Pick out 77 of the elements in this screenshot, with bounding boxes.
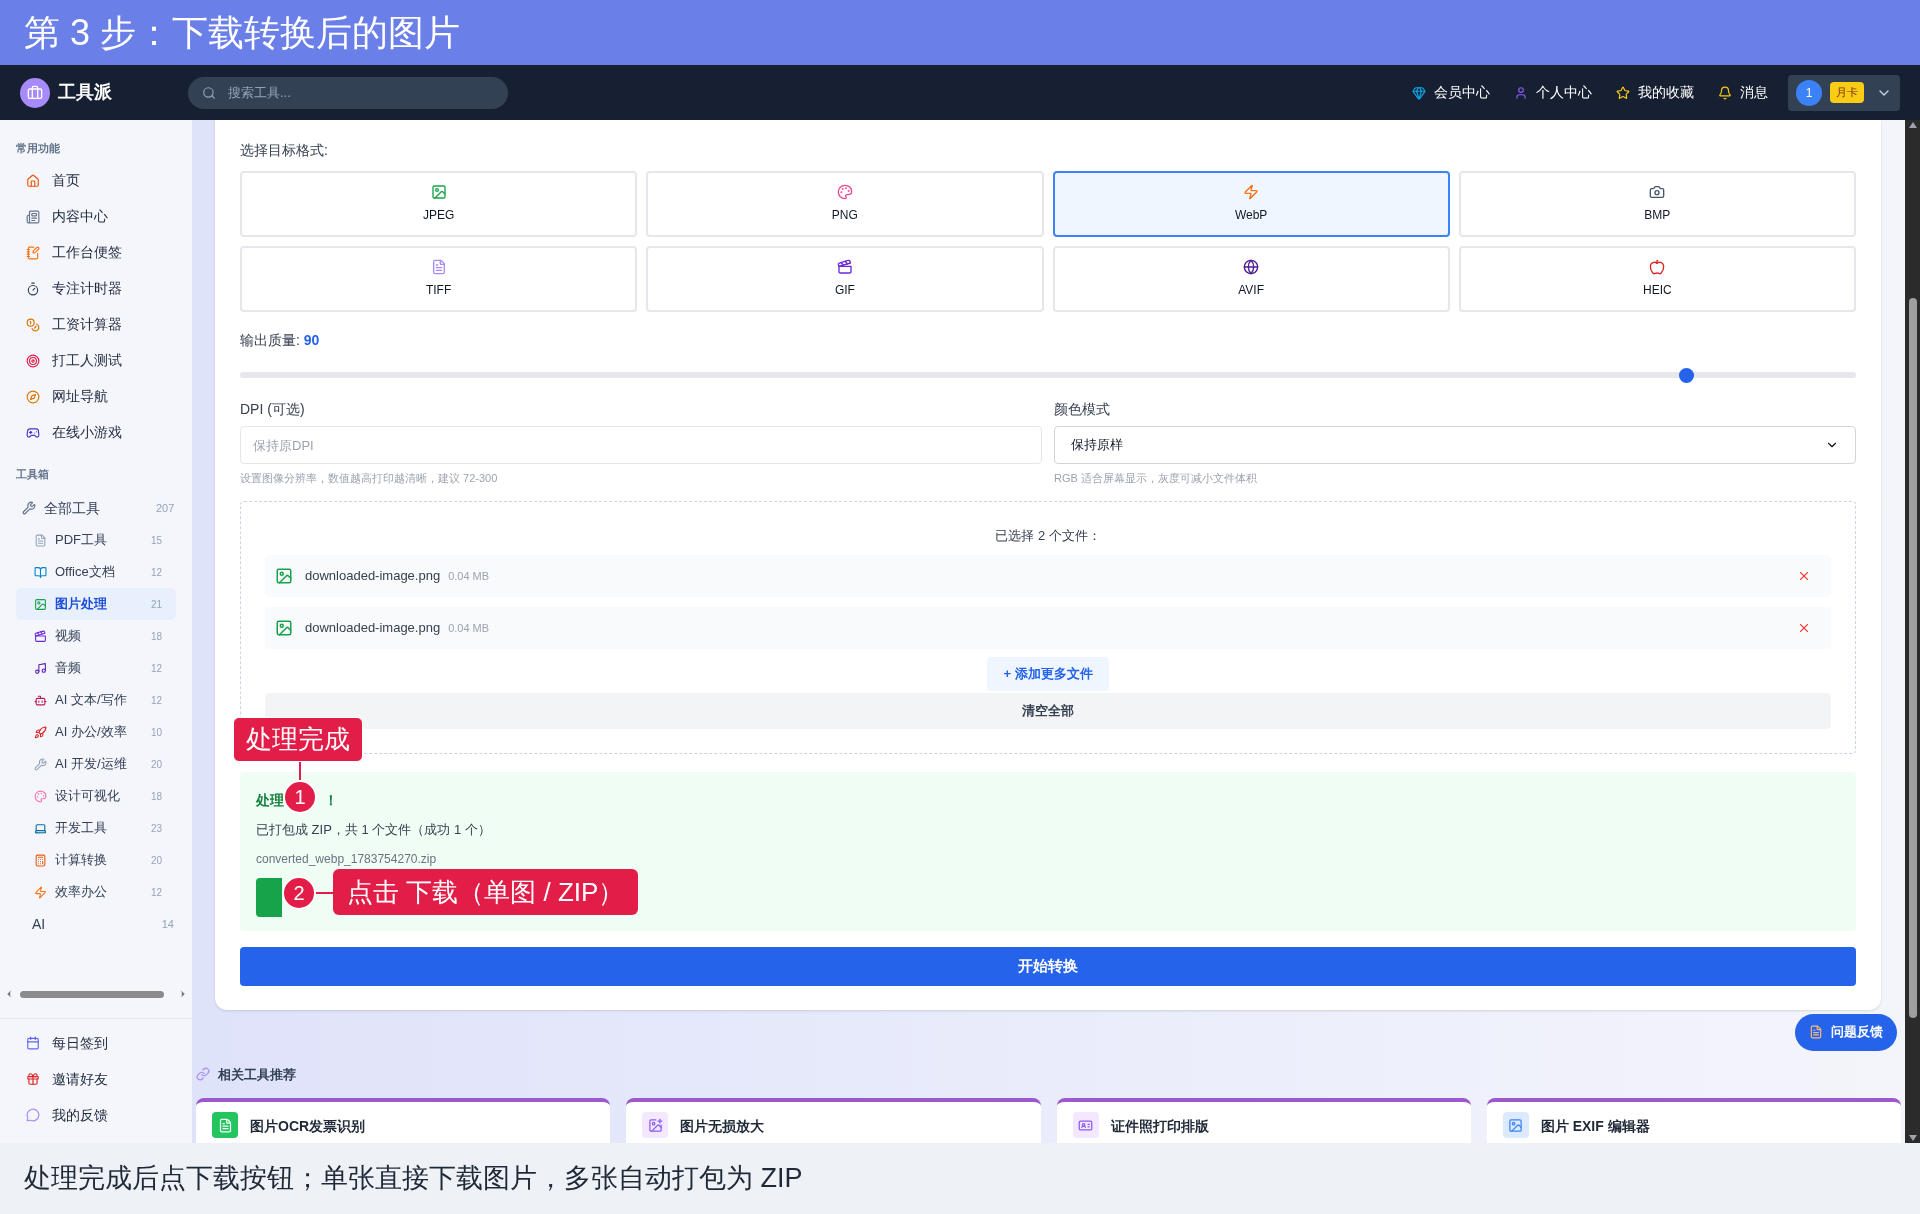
- result-heading: ！: [324, 790, 338, 810]
- feedback-button[interactable]: 问题反馈: [1795, 1013, 1897, 1051]
- step-title: 第 3 步：下载转换后的图片: [24, 10, 461, 55]
- related-tool-card[interactable]: 证件照打印排版: [1056, 1098, 1471, 1143]
- sidebar-item[interactable]: 内容中心: [16, 198, 176, 235]
- sidebar-item[interactable]: 音频 12: [16, 652, 176, 684]
- file-size: 0.04 MB: [448, 568, 491, 584]
- membership-badge: 月卡: [1830, 82, 1864, 103]
- format-option[interactable]: PNG: [646, 171, 1044, 237]
- sidebar-item[interactable]: 全部工具 207: [16, 492, 176, 524]
- sidebar-item[interactable]: 视频 18: [16, 620, 176, 652]
- color-mode-select[interactable]: 保持原样: [1054, 426, 1856, 464]
- field-label: DPI (可选): [240, 400, 306, 419]
- section-title: 相关工具推荐: [218, 1065, 296, 1084]
- user-menu[interactable]: 1 月卡: [1788, 74, 1900, 111]
- zip-filename: converted_webp_1783754270.zip: [256, 850, 438, 868]
- hint-text: 设置图像分辨率，数值越高打印越清晰，建议 72-300: [240, 471, 499, 486]
- sidebar-item[interactable]: 邀请好友: [16, 1061, 176, 1097]
- file-size: 0.04 MB: [448, 620, 491, 636]
- callout-label: 处理完成: [233, 717, 363, 762]
- quality-label: 输出质量: 90: [240, 331, 321, 350]
- avatar: 1: [1796, 79, 1822, 106]
- format-option[interactable]: BMP: [1458, 171, 1856, 237]
- sidebar-item[interactable]: 图片处理 21: [16, 588, 176, 620]
- result-summary: 已打包成 ZIP，共 1 个文件（成功 1 个）: [256, 821, 492, 839]
- sidebar-item[interactable]: 网址导航: [16, 378, 176, 415]
- sidebar-item[interactable]: 设计可视化 18: [16, 780, 176, 812]
- field-label: 颜色模式: [1054, 400, 1111, 419]
- format-option[interactable]: AVIF: [1052, 246, 1450, 312]
- format-option[interactable]: JPEG: [240, 171, 638, 237]
- search-field[interactable]: 搜索工具...: [188, 76, 508, 109]
- sidebar-item[interactable]: AI 14: [16, 908, 176, 940]
- sidebar-item[interactable]: PDF工具 15: [16, 524, 176, 556]
- result-heading: 处理: [256, 790, 284, 810]
- add-files-button[interactable]: + 添加更多文件: [987, 657, 1109, 691]
- sidebar-item[interactable]: 效率办公 12: [16, 876, 176, 908]
- related-tool-card[interactable]: 图片OCR发票识别: [196, 1098, 611, 1143]
- tool-name: 图片无损放大: [680, 1117, 765, 1136]
- section-title: 工具箱: [16, 466, 50, 482]
- section-title: 常用功能: [16, 141, 61, 156]
- sidebar-item[interactable]: AI 开发/运维 20: [16, 748, 176, 780]
- sidebar-item[interactable]: 专注计时器: [16, 270, 176, 307]
- nav-link[interactable]: 我的收藏: [1616, 82, 1694, 103]
- sidebar-item[interactable]: 开发工具 23: [16, 812, 176, 844]
- tool-name: 图片 EXIF 编辑器: [1540, 1117, 1650, 1136]
- nav-link[interactable]: 会员中心: [1412, 82, 1490, 103]
- file-count-title: 已选择 2 个文件：: [995, 526, 1101, 545]
- caption-text: 处理完成后点下载按钮；单张直接下载图片，多张自动打包为 ZIP: [24, 1162, 803, 1196]
- logo-text: 工具派: [58, 81, 113, 104]
- sidebar-item[interactable]: 工作台便签: [16, 234, 176, 271]
- sidebar-item[interactable]: 每日签到: [16, 1025, 176, 1061]
- nav-link[interactable]: 消息: [1718, 82, 1768, 103]
- callout-label: 点击 下载（单图 / ZIP）: [333, 869, 639, 915]
- file-name: downloaded-image.png: [305, 619, 441, 638]
- format-option[interactable]: GIF: [646, 246, 1044, 312]
- start-convert-button[interactable]: 开始转换: [240, 946, 1856, 986]
- sidebar-item[interactable]: 首页: [16, 162, 176, 199]
- file-name: downloaded-image.png: [305, 567, 441, 586]
- sidebar-item[interactable]: 工资计算器: [16, 306, 176, 343]
- hint-text: RGB 适合屏幕显示，灰度可减小文件体积: [1054, 471, 1258, 486]
- sidebar-item[interactable]: 打工人测试: [16, 342, 176, 379]
- format-option[interactable]: WebP: [1052, 171, 1450, 237]
- related-tool-card[interactable]: 图片无损放大: [626, 1098, 1041, 1143]
- sidebar-item[interactable]: Office文档 12: [16, 556, 176, 588]
- sidebar-item[interactable]: AI 办公/效率 10: [16, 716, 176, 748]
- sidebar-item[interactable]: AI 文本/写作 12: [16, 684, 176, 716]
- tool-name: 图片OCR发票识别: [250, 1117, 366, 1136]
- tool-name: 证件照打印排版: [1110, 1117, 1209, 1136]
- sidebar-item[interactable]: 计算转换 20: [16, 844, 176, 876]
- related-tool-card[interactable]: 图片 EXIF 编辑器: [1486, 1098, 1901, 1143]
- sidebar-item[interactable]: 我的反馈: [16, 1097, 176, 1133]
- field-label: 选择目标格式:: [240, 141, 329, 160]
- dpi-field[interactable]: 保持原DPI: [240, 426, 1042, 464]
- format-option[interactable]: HEIC: [1458, 246, 1856, 312]
- format-option[interactable]: TIFF: [240, 246, 638, 312]
- nav-link[interactable]: 个人中心: [1514, 82, 1592, 103]
- sidebar-item[interactable]: 在线小游戏: [16, 414, 176, 451]
